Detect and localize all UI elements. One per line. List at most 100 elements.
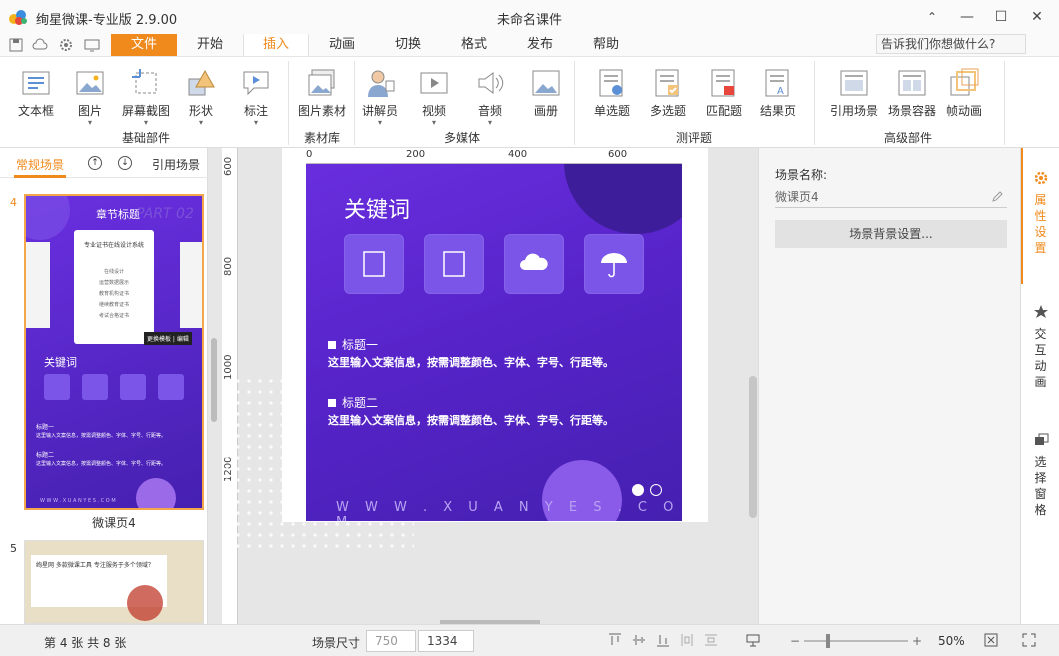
keyword-icon-box[interactable]: [424, 234, 484, 294]
tab-start[interactable]: 开始: [180, 34, 240, 56]
slide-text-1[interactable]: 这里输入文案信息，按需调整颜色、字体、字号、行距等。: [328, 354, 614, 370]
close-button[interactable]: ✕: [1020, 0, 1054, 34]
annotation-button[interactable]: 标注 ▾: [232, 63, 280, 127]
ruler-tick: 800: [223, 256, 234, 276]
audio-button[interactable]: 音频 ▾: [470, 63, 510, 127]
single-choice-label: 单选题: [593, 104, 630, 118]
vertical-scrollbar-thumb[interactable]: [749, 376, 757, 518]
group-label-materials: 素材库: [303, 131, 340, 145]
scene-width-field[interactable]: 750: [366, 630, 416, 652]
textbox-button[interactable]: 文本框: [12, 63, 60, 119]
scene-thumbnail-selected[interactable]: 章节标题 PART 02 专业证书在线设计系统 在线设计 运营数据展示 教育机构…: [24, 194, 204, 510]
splitter-handle[interactable]: [211, 338, 217, 422]
group-label-basic: 基础部件: [121, 131, 170, 145]
keyword-icon-box[interactable]: [584, 234, 644, 294]
vertical-scrollbar[interactable]: [748, 148, 758, 624]
scene-container-button[interactable]: 场景容器: [884, 63, 940, 119]
thumb-text-1: 这里输入文案信息，按需调整颜色、字体、字号、行距等。: [36, 433, 167, 439]
image-button[interactable]: 图片 ▾: [66, 63, 114, 127]
zoom-slider-track[interactable]: [804, 640, 908, 642]
align-top-icon[interactable]: [608, 633, 622, 647]
fit-window-icon[interactable]: [984, 633, 998, 647]
keyword-icon-box[interactable]: [504, 234, 564, 294]
tab-interaction[interactable]: 交互动画: [1021, 304, 1059, 390]
multi-choice-button[interactable]: 多选题: [644, 63, 692, 119]
tab-insert[interactable]: 插入: [243, 34, 309, 56]
result-page-button[interactable]: A 结果页: [754, 63, 802, 119]
cite-scene-label: 引用场景: [829, 104, 878, 118]
tab-selection-label: 选择窗格: [1034, 455, 1047, 517]
zoom-in-button[interactable]: +: [912, 634, 922, 648]
tab-selection-pane[interactable]: 选择窗格: [1021, 432, 1059, 518]
scene-background-button[interactable]: 场景背景设置...: [775, 220, 1007, 248]
matching-button[interactable]: 匹配题: [700, 63, 748, 119]
maximize-button[interactable]: ☐: [984, 0, 1018, 34]
scene-thumbnail[interactable]: 绚星网 多款微课工具 专注服务于多个领域？: [24, 540, 204, 624]
keyword-title[interactable]: 关键词: [344, 192, 410, 224]
annotation-label: 标注: [243, 104, 268, 118]
video-icon: [420, 72, 448, 94]
tab-file[interactable]: 文件: [111, 34, 177, 56]
pager-dot-active[interactable]: [632, 484, 644, 496]
slide-heading-2[interactable]: 标题二: [328, 394, 378, 411]
active-side-tab-indicator: [1021, 148, 1023, 284]
fullscreen-icon[interactable]: [1022, 633, 1036, 647]
align-bottom-icon[interactable]: [656, 633, 670, 647]
album-label: 画册: [533, 104, 558, 118]
tab-help[interactable]: 帮助: [576, 34, 636, 56]
tab-properties[interactable]: 属性设置: [1021, 170, 1059, 256]
presenter-button[interactable]: 讲解员 ▾: [358, 63, 402, 127]
collapse-ribbon-button[interactable]: ⌃: [915, 0, 949, 34]
album-icon: [532, 70, 560, 96]
pane-splitter[interactable]: [208, 148, 222, 624]
slide-canvas[interactable]: 关键词 标题一 这里输入文案信息，按需调整颜色、字体、字号、行距等。 标题二 这…: [306, 148, 682, 521]
thumb-icon-box: [120, 374, 146, 400]
distribute-icon[interactable]: [680, 633, 694, 647]
image-material-button[interactable]: 图片素材: [294, 63, 350, 119]
pager-dot[interactable]: [650, 484, 662, 496]
screenshot-button[interactable]: 屏幕截图 ▾: [118, 63, 174, 127]
single-choice-button[interactable]: 单选题: [588, 63, 636, 119]
move-up-icon[interactable]: ↑: [88, 156, 102, 170]
keyword-icon-box[interactable]: [344, 234, 404, 294]
present-icon[interactable]: [746, 633, 760, 647]
zoom-out-button[interactable]: −: [790, 634, 800, 648]
cloud-icon: [520, 253, 548, 270]
frame-animation-button[interactable]: 帧动画: [942, 63, 986, 119]
tab-format[interactable]: 格式: [444, 34, 504, 56]
album-button[interactable]: 画册: [526, 63, 566, 119]
zoom-slider-thumb[interactable]: [826, 634, 830, 648]
settings-icon[interactable]: [58, 37, 74, 53]
tab-publish[interactable]: 发布: [510, 34, 570, 56]
cite-scene-button[interactable]: 引用场景: [826, 63, 882, 119]
preview-icon[interactable]: [84, 37, 100, 53]
status-bar: 第 4 张 共 8 张 场景尺寸 750 1334 − + 50%: [0, 624, 1059, 656]
scene-name-value: 微课页4: [775, 190, 819, 204]
annotation-dropdown-icon: ▾: [253, 118, 258, 127]
distribute-vertical-icon[interactable]: [704, 633, 718, 647]
tab-cited-scenes[interactable]: 引用场景: [152, 156, 200, 173]
shape-button[interactable]: 形状 ▾: [178, 63, 224, 127]
slide-heading-1[interactable]: 标题一: [328, 336, 378, 353]
slide-text-2[interactable]: 这里输入文案信息，按需调整颜色、字体、字号、行距等。: [328, 412, 614, 428]
edit-pencil-icon[interactable]: [991, 191, 1003, 203]
scene-name-input[interactable]: 微课页4: [775, 188, 1007, 208]
save-icon[interactable]: [8, 37, 24, 53]
thumb-number: 4: [10, 196, 17, 209]
thumb-edit-tag: 更换模板 | 编辑: [144, 332, 192, 345]
cite-scene-icon: [840, 70, 868, 96]
screenshot-icon: [132, 69, 157, 94]
scene-height-field[interactable]: 1334: [418, 630, 474, 652]
tab-transition[interactable]: 切换: [378, 34, 438, 56]
ruler-tick: 1000: [223, 354, 234, 380]
minimize-button[interactable]: —: [950, 0, 984, 34]
video-button[interactable]: 视频 ▾: [414, 63, 454, 127]
image-material-icon: [308, 69, 335, 96]
tell-me-search[interactable]: 告诉我们你想做什么?: [876, 34, 1026, 54]
tab-normal-scenes[interactable]: 常规场景: [16, 156, 64, 173]
cloud-save-icon[interactable]: [32, 37, 48, 53]
thumb-keyword: 关键词: [44, 356, 77, 369]
align-middle-icon[interactable]: [632, 633, 646, 647]
move-down-icon[interactable]: ↓: [118, 156, 132, 170]
tab-animation[interactable]: 动画: [312, 34, 372, 56]
